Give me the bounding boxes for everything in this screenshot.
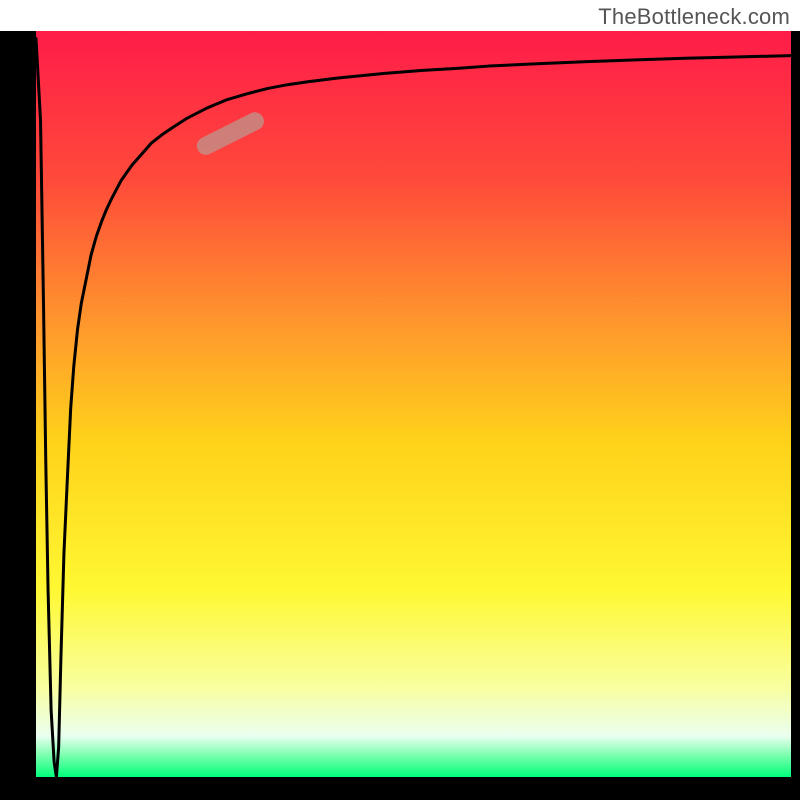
chart-svg — [0, 0, 800, 800]
watermark: TheBottleneck.com — [598, 4, 790, 30]
plot-background — [36, 31, 791, 777]
axis-right-frame — [791, 0, 800, 800]
axis-bottom-frame — [0, 777, 800, 800]
axis-left-frame — [0, 0, 36, 800]
chart-container: TheBottleneck.com — [0, 0, 800, 800]
